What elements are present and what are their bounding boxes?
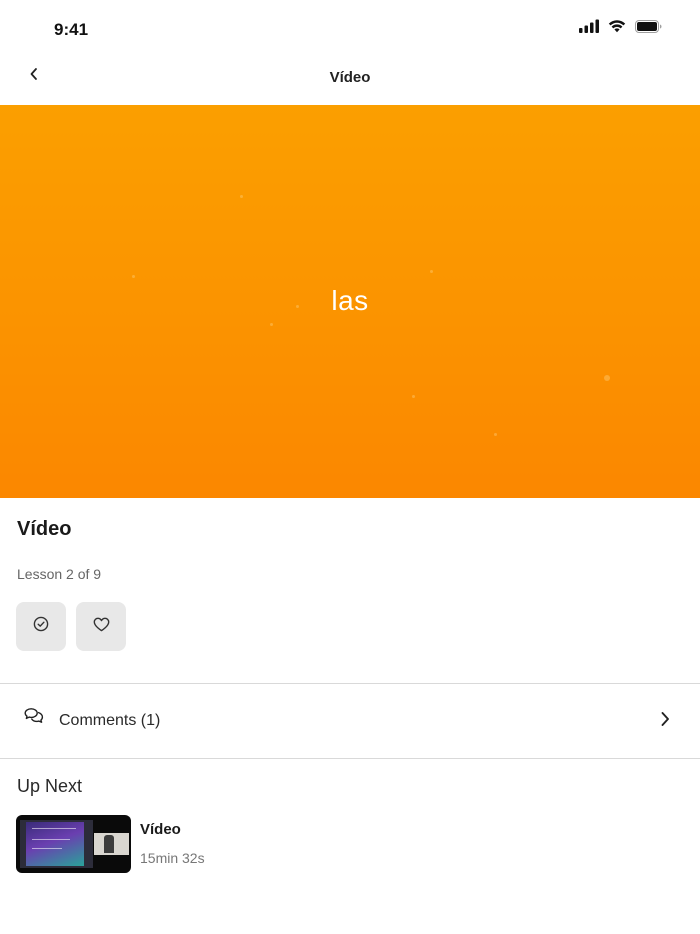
status-bar: 9:41 [0,0,700,52]
comments-label: Comments (1) [59,712,161,729]
chevron-right-icon [660,711,670,732]
check-circle-icon [33,616,49,637]
status-time: 9:41 [54,20,89,39]
comments-row[interactable]: Comments (1) [0,684,700,758]
mark-complete-button[interactable] [16,602,66,651]
nav-bar: Vídeo [0,52,700,104]
up-next-heading: Up Next [17,776,83,796]
nav-title: Vídeo [329,69,371,86]
status-icons [579,16,662,36]
video-thumbnail [16,815,131,873]
battery-icon [635,19,662,33]
lesson-progress: Lesson 2 of 9 [17,566,102,582]
up-next-item[interactable]: Vídeo 15min 32s [16,815,676,873]
chevron-left-icon [29,67,39,86]
up-next-title: Vídeo [140,821,181,838]
video-player[interactable]: las [0,105,700,498]
wifi-icon [608,19,626,33]
like-button[interactable] [76,602,126,651]
video-overlay-text: las [331,285,369,316]
back-button[interactable] [20,62,48,90]
divider [0,758,700,759]
heart-icon [93,617,110,637]
chat-bubbles-icon [24,708,44,731]
lesson-title: Vídeo [17,518,72,540]
signal-icon [579,19,599,33]
up-next-duration: 15min 32s [140,850,205,866]
